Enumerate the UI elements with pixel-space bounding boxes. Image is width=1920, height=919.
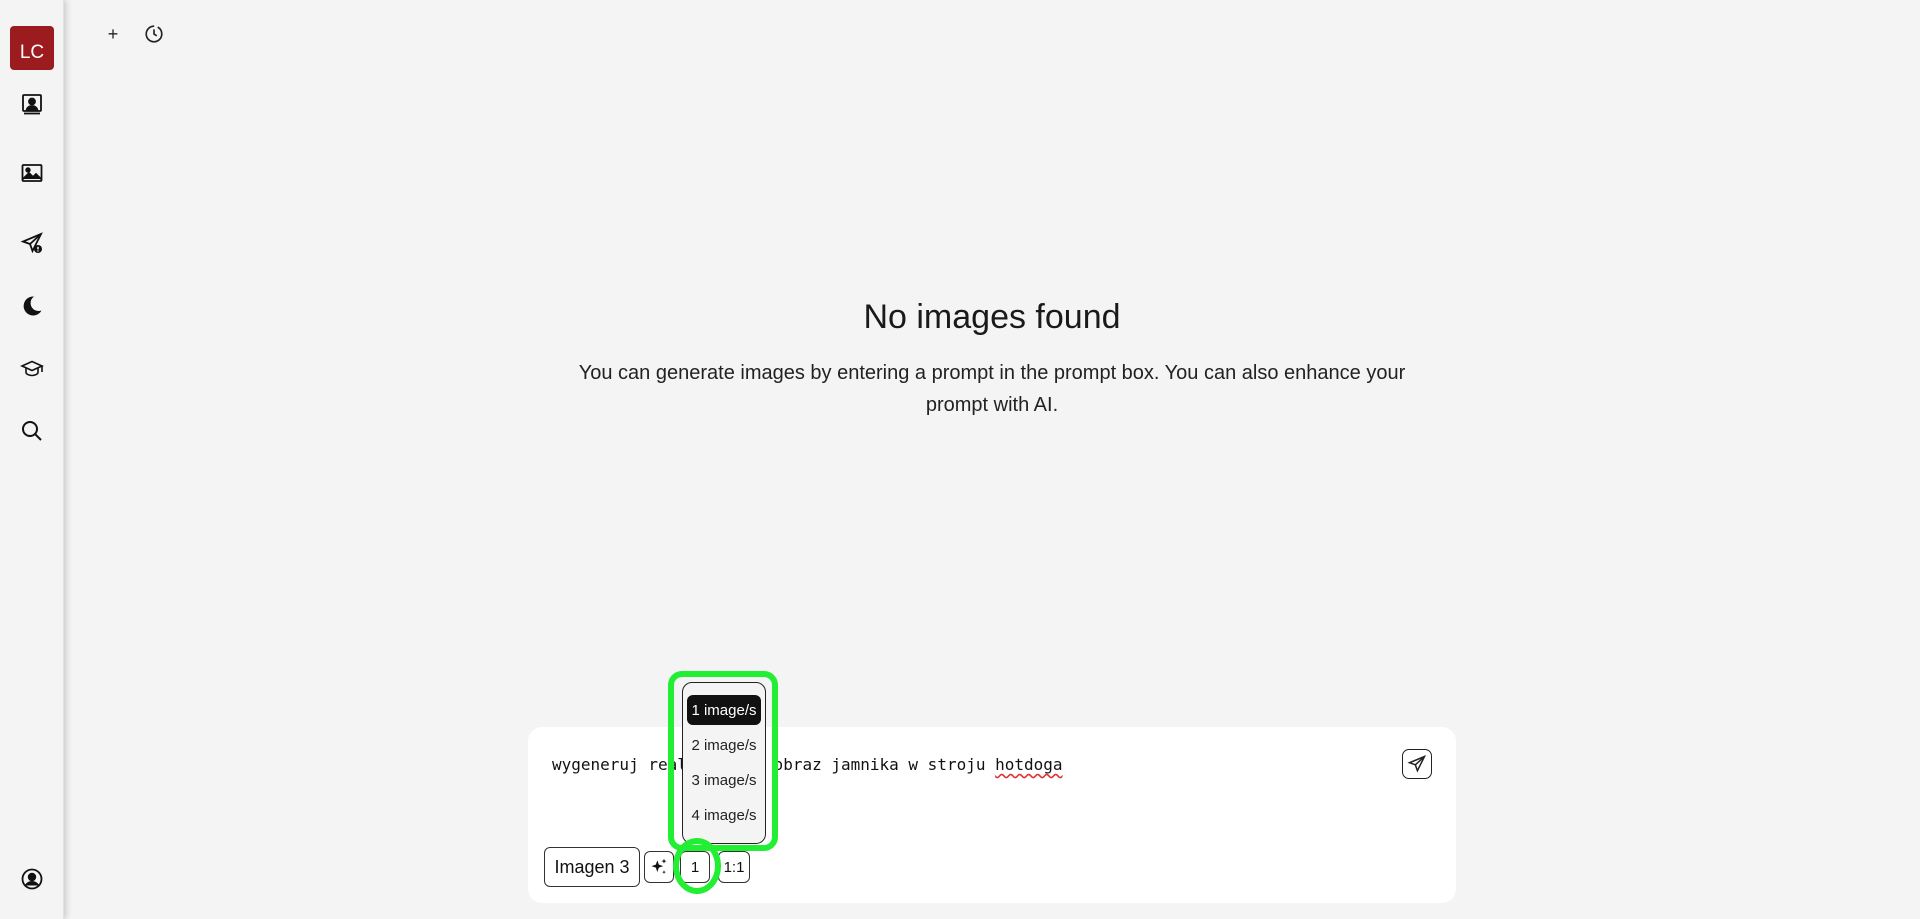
moon-icon[interactable] (18, 292, 46, 320)
image-count-button[interactable]: 1 (680, 851, 710, 883)
prompt-misspelled-word: hotdoga (995, 755, 1063, 774)
prompt-box[interactable]: wygeneruj realistyczny obraz jamnika w s… (528, 727, 1456, 903)
send-icon (1407, 755, 1427, 773)
dropdown-option-4[interactable]: 4 image/s (687, 800, 761, 830)
graduation-cap-icon[interactable] (18, 355, 46, 383)
image-count-label: 1 (690, 858, 700, 876)
image-count-dropdown: 1 image/s 2 image/s 3 image/s 4 image/s (682, 682, 766, 844)
user-avatar[interactable]: LC (10, 26, 54, 70)
prompt-text: wygeneruj realistyczny obraz jamnika w s… (552, 755, 996, 774)
empty-state-description: You can generate images by entering a pr… (578, 362, 1406, 416)
history-button[interactable] (140, 20, 168, 48)
empty-state-title: No images found (863, 298, 1121, 336)
send-button[interactable] (1402, 749, 1432, 779)
user-circle-icon[interactable] (18, 865, 46, 893)
avatar-initials: LC (19, 42, 45, 63)
image-icon[interactable] (18, 159, 46, 187)
dropdown-option-1[interactable]: 1 image/s (687, 695, 761, 725)
aspect-ratio-button[interactable]: 1:1 (718, 851, 750, 883)
new-button[interactable]: + (99, 20, 127, 48)
sparkles-icon (651, 858, 667, 874)
send-alert-icon[interactable] (18, 229, 46, 257)
portrait-icon[interactable] (18, 90, 46, 118)
search-icon[interactable] (18, 417, 46, 445)
enhance-prompt-button[interactable] (644, 851, 674, 883)
dropdown-option-3[interactable]: 3 image/s (687, 765, 761, 795)
empty-state: No images found You can generate images … (560, 298, 1424, 421)
model-label: Imagen 3 (554, 856, 630, 877)
dropdown-option-2[interactable]: 2 image/s (687, 730, 761, 760)
clock-icon (145, 25, 163, 43)
aspect-ratio-label: 1:1 (723, 858, 745, 876)
new-label: + (107, 23, 119, 44)
sidebar: LC (0, 0, 64, 919)
model-select-button[interactable]: Imagen 3 (544, 847, 640, 887)
prompt-input[interactable]: wygeneruj realistyczny obraz jamnika w s… (552, 755, 1063, 774)
